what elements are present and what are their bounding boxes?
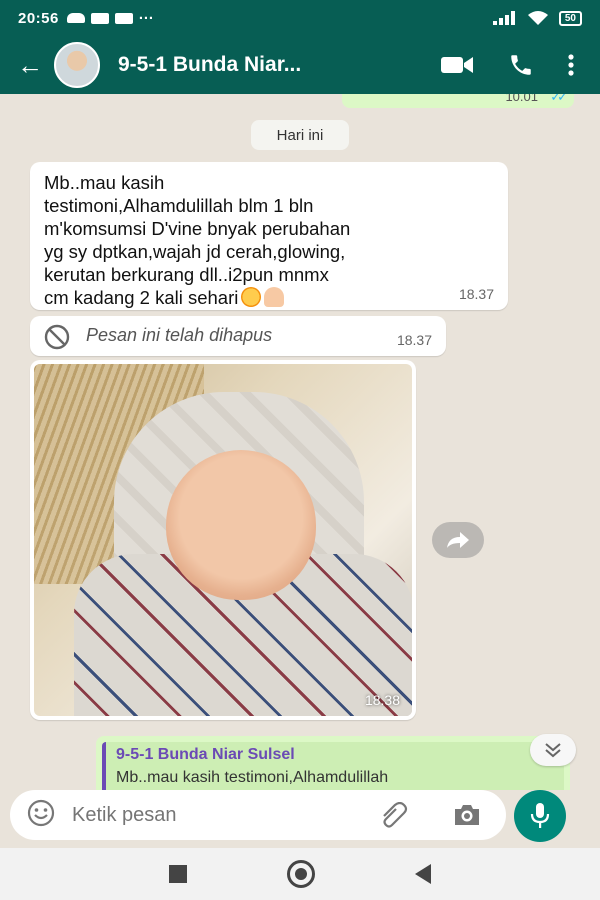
image-message-bubble[interactable]: 18.38 (30, 360, 416, 720)
attach-icon[interactable] (380, 801, 410, 833)
outgoing-message-bubble[interactable]: 10.01 ✓✓ (342, 94, 574, 108)
system-nav-bar (0, 848, 600, 900)
back-arrow-icon[interactable]: ← (10, 50, 50, 81)
reply-preview[interactable]: 9-5-1 Bunda Niar Sulsel Mb..mau kasih te… (96, 736, 570, 790)
incoming-message-bubble[interactable]: Mb..mau kasih testimoni,Alhamdulillah bl… (30, 162, 508, 310)
deleted-icon (44, 324, 70, 350)
message-input-container (10, 790, 506, 840)
message-composer (0, 790, 600, 846)
day-separator: Hari ini (251, 120, 349, 150)
chat-header: ← 9-5-1 Bunda Niar... (0, 36, 600, 94)
cloud-icon (66, 13, 85, 23)
youtube-icon (114, 12, 133, 24)
message-time: 18.38 (364, 692, 400, 708)
contact-name[interactable]: 9-5-1 Bunda Niar... (118, 53, 378, 77)
scroll-down-icon[interactable] (530, 734, 576, 766)
camera-icon[interactable] (452, 802, 482, 833)
more-vert-icon[interactable] (568, 53, 574, 77)
photo-image[interactable]: 18.38 (34, 364, 412, 716)
mic-button[interactable] (514, 790, 566, 842)
youtube-icon (90, 12, 109, 24)
more-notifications-icon: ··· (138, 9, 154, 27)
smiling-face-with-hearts-icon (241, 287, 262, 307)
recent-apps-icon[interactable] (169, 865, 187, 883)
folded-hands-icon (264, 287, 285, 307)
signal-icon (492, 11, 515, 25)
avatar[interactable] (54, 42, 100, 88)
read-receipt-icon: ✓✓ (550, 94, 568, 104)
wifi-icon (527, 11, 548, 25)
status-time: 20:56 (18, 9, 59, 27)
emoji-icon[interactable] (26, 798, 56, 833)
quoted-text: Mb..mau kasih testimoni,Alhamdulillah (116, 769, 389, 786)
message-time: 18.37 (458, 286, 494, 302)
back-triangle-icon[interactable] (415, 864, 431, 884)
mic-icon (530, 803, 550, 828)
battery-indicator: 50 (558, 10, 582, 26)
phone-icon[interactable] (508, 52, 534, 78)
deleted-message-bubble[interactable]: Pesan ini telah dihapus 18.37 (30, 316, 446, 356)
chat-area[interactable]: 10.01 ✓✓ Hari ini Mb..mau kasih testimon… (0, 94, 600, 790)
message-input[interactable] (72, 803, 352, 827)
status-bar: 20:56 ··· 50 (0, 0, 600, 36)
forward-icon[interactable] (432, 522, 484, 558)
home-icon[interactable] (287, 860, 315, 888)
quoted-message[interactable]: 9-5-1 Bunda Niar Sulsel Mb..mau kasih te… (102, 742, 564, 790)
message-text: Mb..mau kasih testimoni,Alhamdulillah bl… (44, 172, 351, 308)
message-time: 10.01 (505, 94, 538, 104)
message-time: 18.37 (396, 332, 432, 348)
video-call-icon[interactable] (440, 54, 474, 76)
deleted-message-text: Pesan ini telah dihapus (86, 325, 273, 345)
quoted-sender-name: 9-5-1 Bunda Niar Sulsel (116, 746, 295, 763)
